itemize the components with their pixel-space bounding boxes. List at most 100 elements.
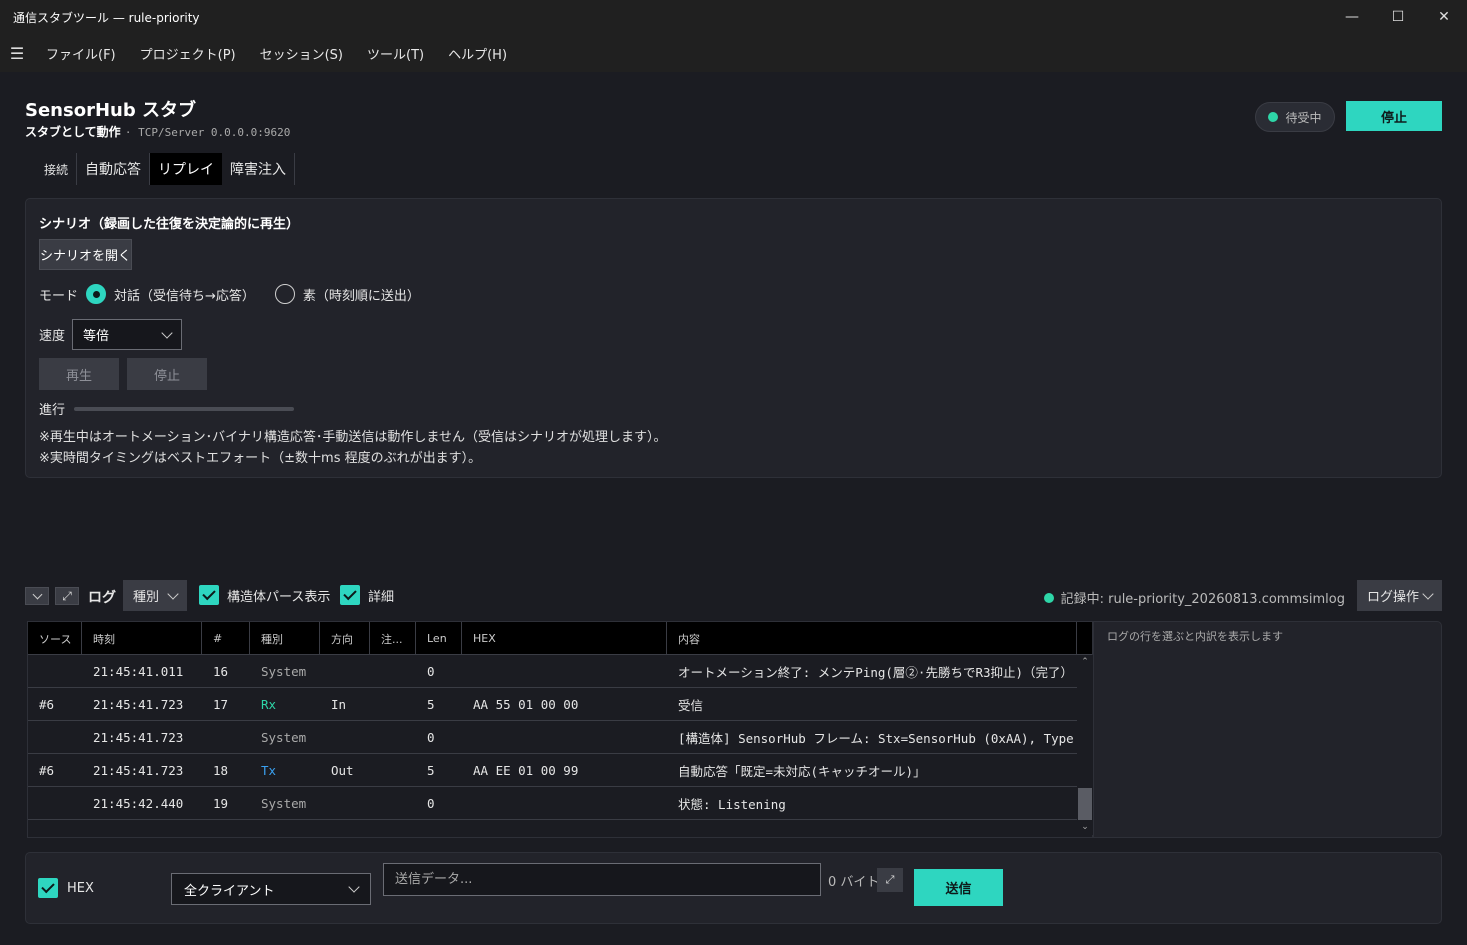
log-table: ソース 時刻 # 種別 方向 注... Len HEX 内容 21:45:41.…	[27, 621, 1093, 838]
cell-hex	[462, 721, 667, 754]
status-text: 待受中	[1285, 110, 1322, 125]
tab-bar: 接続 自動応答 リプレイ 障害注入	[36, 153, 296, 185]
send-button[interactable]: 送信	[914, 869, 1003, 906]
byte-count: 0 バイト	[828, 875, 880, 890]
chevron-down-icon	[167, 587, 179, 600]
menu-help[interactable]: ヘルプ(H)	[436, 44, 519, 63]
menu-project[interactable]: プロジェクト(P)	[128, 44, 248, 63]
collapse-log-button[interactable]	[25, 587, 49, 605]
tab-auto-response[interactable]: 自動応答	[77, 153, 151, 185]
play-button[interactable]: 再生	[39, 358, 119, 390]
cell-time: 21:45:42.440	[93, 795, 184, 811]
scenario-title: シナリオ（録画した往復を決定論的に再生）	[39, 217, 300, 232]
col-length[interactable]: Len	[416, 622, 462, 655]
log-toolbar: ⤢ ログ 種別 構造体パース表示 詳細 記録中: rule-priority_2…	[25, 580, 1442, 612]
expand-icon: ⤢	[885, 873, 895, 886]
hex-checkbox[interactable]	[38, 878, 58, 898]
detail-label: 詳細	[368, 589, 395, 605]
cell-source	[28, 721, 82, 754]
hex-toggle[interactable]: HEX	[38, 878, 94, 898]
cell-number	[202, 721, 250, 754]
col-source[interactable]: ソース	[28, 622, 82, 655]
replay-stop-button[interactable]: 停止	[127, 358, 207, 390]
cell-direction	[320, 721, 370, 754]
open-scenario-button[interactable]: シナリオを開く	[39, 239, 132, 270]
cell-hex	[462, 787, 667, 820]
tab-fault-injection[interactable]: 障害注入	[222, 153, 296, 185]
mode-raw-label[interactable]: 素（時刻順に送出）	[303, 285, 420, 304]
parse-checkbox[interactable]	[199, 585, 219, 605]
tab-connection[interactable]: 接続	[36, 153, 78, 185]
log-operations-label: ログ操作	[1367, 590, 1420, 605]
mode-raw-radio[interactable]	[274, 284, 295, 304]
table-row[interactable]: #6 21:45:41.723 17 Rx In 5 AA 55 01 00 00 受信	[28, 688, 1092, 721]
stop-server-button[interactable]: 停止	[1346, 101, 1442, 131]
page-title: SensorHub スタブ	[25, 100, 196, 121]
col-number[interactable]: #	[202, 622, 250, 655]
client-select[interactable]: 全クライアント	[171, 873, 371, 905]
col-hex[interactable]: HEX	[462, 622, 667, 655]
col-note[interactable]: 注...	[370, 622, 416, 655]
chevron-down-icon	[161, 326, 173, 339]
cell-note	[370, 721, 416, 754]
cell-note	[370, 754, 416, 787]
speed-select[interactable]: 等倍	[72, 319, 183, 350]
scroll-down-icon[interactable]: ⌄	[1078, 822, 1092, 832]
mode-row: モード 対話（受信待ち→応答） 素（時刻順に送出）	[39, 283, 432, 305]
speed-label: 速度	[39, 329, 66, 344]
cell-hex	[462, 655, 667, 688]
cell-number: 17	[213, 696, 229, 712]
send-data-input[interactable]	[383, 863, 821, 896]
cell-direction: In	[331, 696, 347, 712]
chevron-down-icon	[348, 881, 360, 893]
table-row[interactable]: 21:45:41.011 16 System 0 オートメーション終了: メンテPing…	[28, 655, 1092, 688]
detail-checkbox[interactable]	[340, 585, 360, 605]
detail-toggle[interactable]: 詳細	[340, 585, 394, 605]
cell-content: 受信	[678, 697, 704, 713]
table-row[interactable]: 21:45:42.440 19 System 0 状態: Listening	[28, 787, 1092, 820]
expand-log-button[interactable]: ⤢	[55, 587, 79, 605]
col-content[interactable]: 内容	[667, 622, 1077, 655]
cell-kind: System	[261, 663, 307, 679]
progress-bar	[74, 406, 295, 411]
cell-content: 状態: Listening	[678, 796, 786, 812]
menu-file[interactable]: ファイル(F)	[34, 44, 128, 63]
role-label: スタブとして動作	[25, 125, 121, 139]
menu-session[interactable]: セッション(S)	[248, 44, 355, 63]
col-kind[interactable]: 種別	[250, 622, 320, 655]
log-operations-dropdown[interactable]: ログ操作	[1357, 580, 1442, 611]
expand-input-button[interactable]: ⤢	[877, 868, 903, 892]
status-badge: 待受中	[1255, 102, 1335, 132]
menu-bar: ☰ ファイル(F) プロジェクト(P) セッション(S) ツール(T) ヘルプ(…	[0, 34, 1467, 72]
cell-note	[370, 655, 416, 688]
page-subtitle: スタブとして動作 · TCP/Server 0.0.0.0:9620	[25, 123, 290, 140]
cell-number: 18	[213, 762, 229, 778]
hamburger-icon[interactable]: ☰	[0, 44, 34, 63]
expand-icon: ⤢	[62, 588, 72, 603]
mode-interactive-label[interactable]: 対話（受信待ち→応答）	[114, 285, 255, 304]
minimize-button[interactable]: —	[1329, 0, 1375, 34]
parse-toggle[interactable]: 構造体パース表示	[199, 585, 330, 605]
window-title: 通信スタブツール — rule-priority	[13, 10, 200, 25]
table-row[interactable]: #6 21:45:41.723 18 Tx Out 5 AA EE 01 00 99 自動応答…	[28, 754, 1092, 787]
maximize-button[interactable]: ☐	[1375, 0, 1421, 34]
col-direction[interactable]: 方向	[320, 622, 370, 655]
log-scroll-thumb[interactable]	[1078, 788, 1092, 820]
col-time[interactable]: 時刻	[82, 622, 202, 655]
scroll-up-icon[interactable]: ⌃	[1078, 657, 1092, 667]
tab-replay[interactable]: リプレイ	[150, 153, 223, 185]
mode-interactive-radio[interactable]	[86, 284, 107, 304]
client-value: 全クライアント	[184, 883, 275, 899]
close-button[interactable]: ✕	[1421, 0, 1467, 34]
kind-filter-dropdown[interactable]: 種別	[123, 580, 187, 611]
menu-tool[interactable]: ツール(T)	[355, 44, 436, 63]
table-row[interactable]: 21:45:41.723 System 0 [構造体] SensorHub フレーム:…	[28, 721, 1092, 754]
log-detail-pane: ログの行を選ぶと内訳を表示します	[1093, 621, 1442, 838]
detail-hint: ログの行を選ぶと内訳を表示します	[1107, 630, 1283, 643]
progress-label: 進行	[39, 403, 66, 418]
parse-label: 構造体パース表示	[227, 589, 331, 605]
cell-note	[370, 787, 416, 820]
cell-direction	[320, 787, 370, 820]
cell-hex: AA EE 01 00 99	[473, 762, 579, 778]
cell-time: 21:45:41.723	[93, 729, 184, 745]
